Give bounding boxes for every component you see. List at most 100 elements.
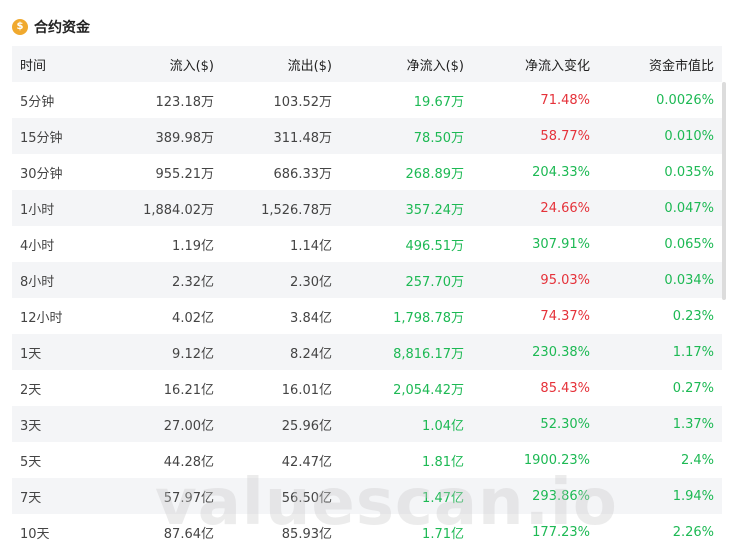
table-row: 1小时 1,884.02万 1,526.78万 357.24万 24.66% 0.047% — [12, 190, 722, 226]
time-cell: 10天 — [20, 526, 50, 542]
inflow-cell: 57.97亿 — [163, 490, 214, 506]
fund-market-cap-ratio-cell: 1.94% — [672, 488, 714, 504]
inflow-cell: 16.21亿 — [163, 382, 214, 398]
fund-market-cap-ratio-cell: 1.17% — [672, 344, 714, 360]
column-header-net-inflow-change: 净流入变化 — [524, 58, 590, 74]
time-cell: 7天 — [20, 490, 42, 506]
outflow-cell: 16.01亿 — [281, 382, 332, 398]
table-row: 8小时 2.32亿 2.30亿 257.70万 95.03% 0.034% — [12, 262, 722, 298]
net-inflow-change-cell: 204.33% — [532, 164, 590, 180]
table-row: 12小时 4.02亿 3.84亿 1,798.78万 74.37% 0.23% — [12, 298, 722, 334]
net-inflow-change-cell: 307.91% — [532, 236, 590, 252]
outflow-cell: 686.33万 — [273, 166, 333, 182]
net-inflow-change-cell: 95.03% — [540, 272, 590, 288]
time-cell: 8小时 — [20, 274, 55, 290]
table-row: 7天 57.97亿 56.50亿 1.47亿 293.86% 1.94% — [12, 478, 722, 514]
table-row: 2天 16.21亿 16.01亿 2,054.42万 85.43% 0.27% — [12, 370, 722, 406]
net-inflow-change-cell: 1900.23% — [523, 452, 590, 468]
outflow-cell: 1.14亿 — [290, 238, 332, 254]
outflow-cell: 103.52万 — [273, 94, 333, 110]
net-inflow-cell: 8,816.17万 — [393, 346, 464, 362]
net-inflow-cell: 78.50万 — [413, 130, 464, 146]
net-inflow-change-cell: 52.30% — [540, 416, 590, 432]
net-inflow-change-cell: 230.38% — [532, 344, 590, 360]
fund-market-cap-ratio-cell: 0.23% — [672, 308, 714, 324]
time-cell: 3天 — [20, 418, 42, 434]
outflow-cell: 42.47亿 — [281, 454, 332, 470]
outflow-cell: 56.50亿 — [281, 490, 332, 506]
coin-icon: $ — [12, 19, 28, 35]
net-inflow-change-cell: 74.37% — [540, 308, 590, 324]
table-row: 4小时 1.19亿 1.14亿 496.51万 307.91% 0.065% — [12, 226, 722, 262]
table-row: 5分钟 123.18万 103.52万 19.67万 71.48% 0.0026% — [12, 82, 722, 118]
net-inflow-change-cell: 177.23% — [532, 524, 590, 540]
net-inflow-cell: 2,054.42万 — [393, 382, 464, 398]
net-inflow-change-cell: 58.77% — [540, 128, 590, 144]
net-inflow-cell: 268.89万 — [405, 166, 465, 182]
inflow-cell: 2.32亿 — [172, 274, 214, 290]
time-cell: 2天 — [20, 382, 42, 398]
fund-market-cap-ratio-cell: 0.034% — [664, 272, 714, 288]
inflow-cell: 389.98万 — [155, 130, 215, 146]
section-header: $ 合约资金 — [12, 16, 90, 38]
column-header-inflow: 流入($) — [169, 58, 214, 74]
fund-market-cap-ratio-cell: 1.37% — [672, 416, 714, 432]
table-row: 15分钟 389.98万 311.48万 78.50万 58.77% 0.010% — [12, 118, 722, 154]
fund-market-cap-ratio-cell: 0.047% — [664, 200, 714, 216]
column-header-net-inflow: 净流入($) — [406, 58, 464, 74]
inflow-cell: 1.19亿 — [172, 238, 214, 254]
inflow-cell: 955.21万 — [155, 166, 215, 182]
inflow-cell: 1,884.02万 — [143, 202, 214, 218]
table-row: 3天 27.00亿 25.96亿 1.04亿 52.30% 1.37% — [12, 406, 722, 442]
net-inflow-cell: 19.67万 — [413, 94, 464, 110]
column-header-fund-market-cap-ratio: 资金市值比 — [648, 58, 714, 74]
inflow-cell: 4.02亿 — [172, 310, 214, 326]
fund-market-cap-ratio-cell: 0.27% — [672, 380, 714, 396]
time-cell: 5分钟 — [20, 94, 55, 110]
table-scrollbar[interactable] — [722, 82, 726, 300]
net-inflow-cell: 1,798.78万 — [393, 310, 464, 326]
time-cell: 1天 — [20, 346, 42, 362]
column-header-time: 时间 — [20, 58, 47, 74]
table-header-row: 时间 流入($) 流出($) 净流入($) 净流入变化 资金市值比 — [12, 46, 722, 82]
outflow-cell: 2.30亿 — [290, 274, 332, 290]
net-inflow-cell: 1.04亿 — [422, 418, 464, 434]
net-inflow-cell: 1.47亿 — [422, 490, 464, 506]
outflow-cell: 85.93亿 — [281, 526, 332, 542]
outflow-cell: 3.84亿 — [290, 310, 332, 326]
time-cell: 1小时 — [20, 202, 55, 218]
fund-market-cap-ratio-cell: 0.065% — [664, 236, 714, 252]
inflow-cell: 9.12亿 — [172, 346, 214, 362]
fund-market-cap-ratio-cell: 2.26% — [672, 524, 714, 540]
table-row: 10天 87.64亿 85.93亿 1.71亿 177.23% 2.26% — [12, 514, 722, 550]
inflow-cell: 44.28亿 — [163, 454, 214, 470]
outflow-cell: 1,526.78万 — [261, 202, 332, 218]
inflow-cell: 27.00亿 — [163, 418, 214, 434]
time-cell: 4小时 — [20, 238, 55, 254]
net-inflow-cell: 357.24万 — [405, 202, 465, 218]
net-inflow-cell: 496.51万 — [405, 238, 465, 254]
outflow-cell: 8.24亿 — [290, 346, 332, 362]
time-cell: 15分钟 — [20, 130, 63, 146]
fund-market-cap-ratio-cell: 0.010% — [664, 128, 714, 144]
table-row: 1天 9.12亿 8.24亿 8,816.17万 230.38% 1.17% — [12, 334, 722, 370]
net-inflow-cell: 1.81亿 — [422, 454, 464, 470]
contract-funds-table: 时间 流入($) 流出($) 净流入($) 净流入变化 资金市值比 5分钟 123… — [12, 46, 722, 550]
fund-market-cap-ratio-cell: 0.0026% — [656, 92, 714, 108]
net-inflow-change-cell: 24.66% — [540, 200, 590, 216]
fund-market-cap-ratio-cell: 0.035% — [664, 164, 714, 180]
table-row: 30分钟 955.21万 686.33万 268.89万 204.33% 0.035% — [12, 154, 722, 190]
time-cell: 5天 — [20, 454, 42, 470]
column-header-outflow: 流出($) — [287, 58, 332, 74]
section-title: 合约资金 — [34, 20, 90, 36]
table-row: 5天 44.28亿 42.47亿 1.81亿 1900.23% 2.4% — [12, 442, 722, 478]
outflow-cell: 311.48万 — [273, 130, 333, 146]
inflow-cell: 87.64亿 — [163, 526, 214, 542]
time-cell: 12小时 — [20, 310, 63, 326]
net-inflow-cell: 257.70万 — [405, 274, 465, 290]
fund-market-cap-ratio-cell: 2.4% — [680, 452, 714, 468]
outflow-cell: 25.96亿 — [281, 418, 332, 434]
net-inflow-change-cell: 71.48% — [540, 92, 590, 108]
net-inflow-change-cell: 85.43% — [540, 380, 590, 396]
time-cell: 30分钟 — [20, 166, 63, 182]
